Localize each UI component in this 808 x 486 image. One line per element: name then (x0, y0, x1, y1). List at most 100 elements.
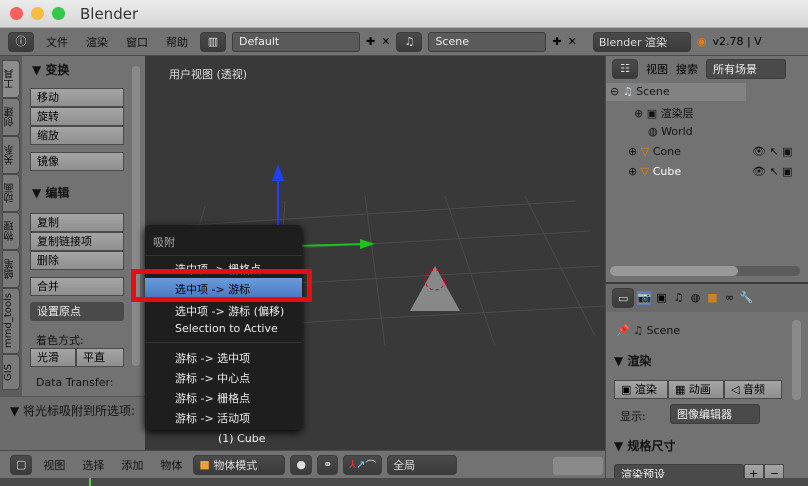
render-button[interactable]: ▣ 渲染 (614, 380, 668, 399)
snap-menu-title: 吸附 (153, 236, 175, 249)
set-origin-select[interactable]: 设置原点 (30, 302, 124, 321)
menu-file[interactable]: 文件 (40, 34, 74, 50)
menu-render[interactable]: 渲染 (80, 34, 114, 50)
menu-item-cursor-to-grid[interactable]: 游标 -> 栅格点 (175, 390, 250, 406)
close-button[interactable] (10, 7, 23, 20)
dimensions-panel-header[interactable]: ▼ 规格尺寸 (614, 437, 675, 454)
layer-buttons[interactable] (553, 457, 603, 475)
outliner-item-cube[interactable]: ⊕ ▽ Cube (628, 165, 681, 178)
duplicate-linked-button[interactable]: 复制链接项 (30, 232, 124, 251)
outliner-item-world[interactable]: ◍ World (648, 125, 693, 138)
tab-gis[interactable]: GIS (2, 354, 20, 390)
cone-object (410, 266, 460, 311)
add-scene-icon[interactable]: ✚ (552, 35, 561, 48)
properties-editor: ▭ 📷 ▣ ♫ ◍ ■ ∞ 🔧 📌 ♫ Scene ▼ 渲染 ▣ 渲染 ▦ 动画… (605, 282, 808, 486)
render-engine-select[interactable]: Blender 渲染 (592, 31, 691, 52)
outliner-menu-search[interactable]: 搜索 (676, 61, 698, 77)
remove-scene-icon[interactable]: ✕ (568, 35, 577, 48)
menu-item-cursor-to-center[interactable]: 游标 -> 中心点 (175, 370, 250, 386)
outliner: ☷ 视图 搜索 所有场景 ⊖ ♫ Scene ⊕ ▣ 渲染层 ◍ World ⊕… (605, 56, 808, 282)
minimize-button[interactable] (31, 7, 44, 20)
display-label: 显示: (620, 410, 646, 423)
render-layers-tab-icon[interactable]: ▣ (654, 291, 668, 305)
menu-object[interactable]: 物体 (154, 457, 188, 473)
orientation-select[interactable]: 全局 (387, 454, 458, 475)
viewport-header: ▢ 视图 选择 添加 物体 ■ 物体模式 ● ⚭ ⅄ ↗ ⌒ 全局 (0, 450, 605, 478)
outliner-menu-view[interactable]: 视图 (646, 61, 668, 77)
delete-button[interactable]: 删除 (30, 251, 124, 270)
scene-field[interactable]: Scene (428, 31, 547, 52)
scene-icon: ♫ (404, 34, 415, 48)
tab-relations[interactable]: 关系 (2, 136, 20, 174)
info-editor-type-button[interactable]: ⓘ (8, 31, 34, 52)
menu-item-cursor-to-selected[interactable]: 游标 -> 选中项 (175, 350, 250, 366)
render-panel-header[interactable]: ▼ 渲染 (614, 352, 651, 369)
tab-create[interactable]: 创建 (2, 98, 20, 136)
audio-button[interactable]: ◁ 音频 (724, 380, 782, 399)
outliner-item-cone[interactable]: ⊕ ▽ Cone (628, 145, 681, 158)
menu-view[interactable]: 视图 (37, 457, 71, 473)
layout-field[interactable]: Default (232, 31, 360, 52)
render-tab-icon[interactable]: 📷 (637, 291, 652, 305)
outliner-hscrollbar[interactable] (610, 266, 800, 276)
pin-icon: 📌 (616, 324, 630, 337)
rotate-button[interactable]: 旋转 (30, 107, 124, 126)
layout-selector[interactable]: ▥ (200, 31, 226, 52)
mode-select[interactable]: ■ 物体模式 (193, 454, 286, 475)
modifiers-tab-icon[interactable]: 🔧 (739, 291, 754, 305)
cube-visibility-icons[interactable]: 👁 ↖ ▣ (752, 165, 793, 178)
scale-button[interactable]: 缩放 (30, 126, 124, 145)
edit-panel-header[interactable]: ▼ 编辑 (32, 184, 69, 201)
menu-add[interactable]: 添加 (115, 457, 149, 473)
object-tab-icon[interactable]: ■ (705, 291, 719, 305)
cone-visibility-icons[interactable]: 👁 ↖ ▣ (752, 145, 793, 158)
translate-button[interactable]: 移动 (30, 88, 124, 107)
timeline[interactable] (0, 478, 808, 486)
menu-item-cursor-to-active[interactable]: 游标 -> 活动项 (175, 410, 250, 426)
outliner-item-render-layers[interactable]: ⊕ ▣ 渲染层 (634, 105, 694, 121)
operator-panel: ▼ 将光标吸附到所选项: (0, 396, 145, 450)
tab-mmd-tools[interactable]: mmd_tools (2, 288, 20, 354)
tool-scrollbar[interactable] (132, 66, 140, 366)
remove-layout-icon[interactable]: ✕ (381, 35, 390, 48)
menu-select[interactable]: 选择 (76, 457, 110, 473)
mirror-button[interactable]: 镜像 (30, 152, 124, 171)
transform-panel-header[interactable]: ▼ 变换 (32, 61, 69, 78)
properties-editor-type[interactable]: ▭ (612, 288, 635, 308)
shading-label: 着色方式: (36, 334, 84, 347)
world-tab-icon[interactable]: ◍ (688, 291, 702, 305)
operator-panel-header[interactable]: ▼ 将光标吸附到所选项: (10, 402, 135, 419)
outliner-item-scene[interactable]: ⊖ ♫ Scene (610, 85, 670, 98)
outliner-editor-type[interactable]: ☷ (612, 59, 638, 79)
tab-physics[interactable]: 物理 (2, 212, 20, 250)
tab-grease-pencil[interactable]: 蜡笔 (2, 250, 20, 288)
manipulator-buttons[interactable]: ⅄ ↗ ⌒ (343, 454, 383, 475)
constraints-tab-icon[interactable]: ∞ (722, 291, 736, 305)
blender-logo-icon: ◉ (696, 35, 707, 48)
display-select[interactable]: 图像编辑器 (670, 404, 760, 424)
outliner-filter-select[interactable]: 所有场景 (706, 59, 786, 79)
menu-window[interactable]: 窗口 (120, 34, 154, 50)
context-path: 📌 ♫ Scene (616, 324, 681, 337)
properties-scrollbar[interactable] (792, 320, 801, 400)
viewport-editor-type[interactable]: ▢ (10, 454, 33, 475)
smooth-button[interactable]: 光滑 (30, 348, 76, 367)
world-icon: ◍ (648, 125, 658, 138)
animation-button[interactable]: ▦ 动画 (668, 380, 724, 399)
join-button[interactable]: 合并 (30, 277, 124, 296)
maximize-button[interactable] (52, 7, 65, 20)
scene-selector[interactable]: ♫ (396, 31, 423, 52)
shading-select[interactable]: ● (290, 454, 313, 475)
scene-tab-icon[interactable]: ♫ (671, 291, 685, 305)
pivot-select[interactable]: ⚭ (317, 454, 339, 475)
duplicate-button[interactable]: 复制 (30, 213, 124, 232)
cube-icon: ■ (199, 458, 210, 471)
flat-button[interactable]: 平直 (76, 348, 124, 367)
menu-item-selection-to-active[interactable]: Selection to Active (175, 322, 278, 335)
add-layout-icon[interactable]: ✚ (366, 35, 375, 48)
menu-help[interactable]: 帮助 (160, 34, 194, 50)
window-title: Blender (80, 5, 139, 23)
menu-item-selection-to-cursor-offset[interactable]: 选中项 -> 游标 (偏移) (175, 303, 284, 319)
tab-tools[interactable]: 工具 (2, 60, 20, 98)
tab-animation[interactable]: 动画 (2, 174, 20, 212)
